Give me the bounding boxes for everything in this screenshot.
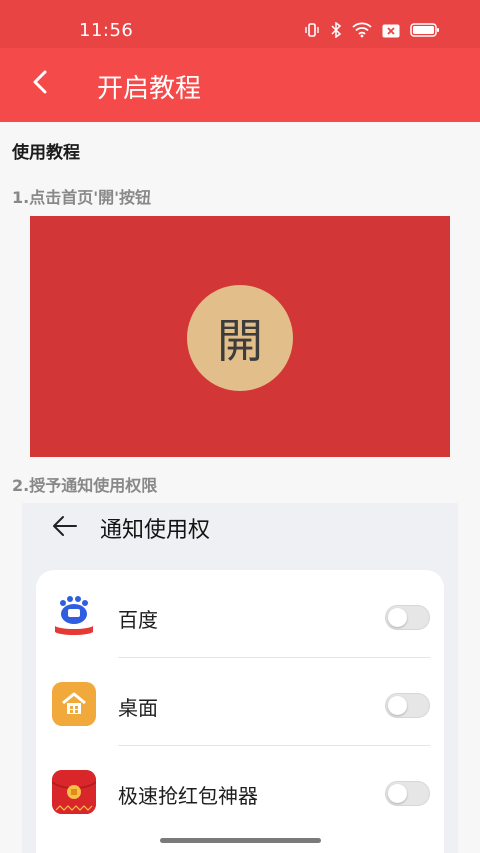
app-name: 桌面	[118, 696, 158, 720]
page-title: 开启教程	[97, 74, 202, 104]
baidu-app-icon	[52, 594, 96, 638]
wifi-icon	[352, 22, 372, 42]
step-2-label: 2.授予通知使用权限	[12, 476, 158, 495]
arrow-left-icon	[50, 511, 80, 541]
notification-toggle	[385, 781, 430, 806]
list-item: 桌面	[36, 658, 444, 745]
status-icons	[304, 21, 440, 42]
chevron-left-icon	[30, 69, 50, 99]
section-title: 使用教程	[12, 143, 80, 163]
vibrate-icon	[304, 22, 320, 42]
back-button[interactable]	[22, 66, 58, 102]
sim-missing-icon	[382, 23, 400, 42]
notification-toggle	[385, 693, 430, 718]
home-indicator[interactable]	[160, 838, 321, 843]
app-list-card: 百度 桌面 极速抢红包神器	[36, 570, 444, 853]
app-bar: 开启教程	[0, 48, 480, 122]
tutorial-content[interactable]: 使用教程 1.点击首页'開'按钮 開 2.授予通知使用权限 通知使用权 百度 桌…	[0, 122, 480, 853]
app-name: 百度	[118, 608, 158, 632]
app-name: 极速抢红包神器	[118, 784, 258, 808]
status-bar: 11:56	[0, 0, 480, 48]
notification-toggle	[385, 605, 430, 630]
open-button-illustration: 開	[187, 285, 293, 391]
bluetooth-icon	[330, 21, 342, 42]
status-time: 11:56	[79, 20, 134, 41]
battery-icon	[410, 22, 440, 42]
notification-access-screenshot: 通知使用权 百度 桌面 极速抢红包神器	[22, 503, 458, 853]
list-item: 极速抢红包神器	[36, 746, 444, 833]
open-button-preview: 開	[30, 216, 450, 457]
red-envelope-app-icon	[52, 770, 96, 814]
step-1-label: 1.点击首页'開'按钮	[12, 188, 152, 207]
list-item: 百度	[36, 570, 444, 657]
home-desktop-app-icon	[52, 682, 96, 726]
notification-access-title: 通知使用权	[100, 518, 211, 543]
